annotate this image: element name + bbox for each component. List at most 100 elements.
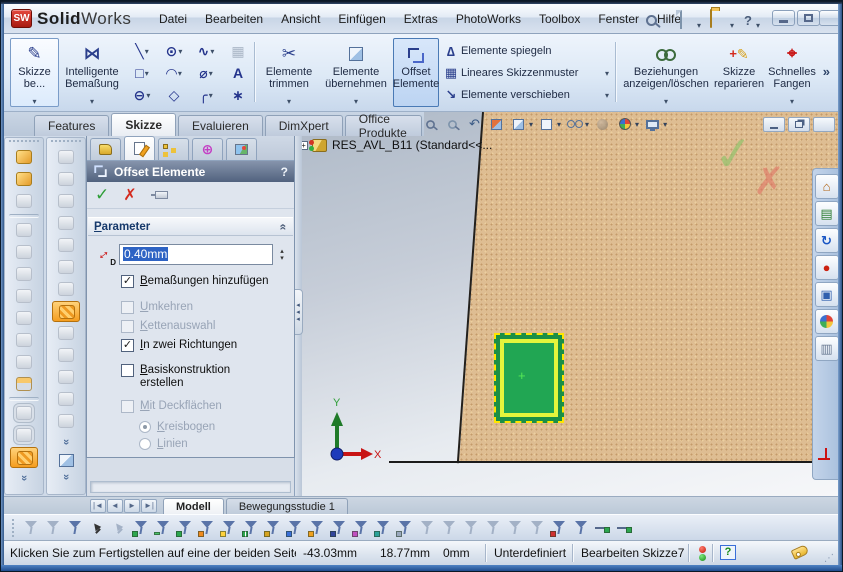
menu-item[interactable]: PhotoWorks	[447, 9, 530, 29]
filter-icon[interactable]	[528, 519, 546, 537]
task-pane-tab[interactable]	[815, 174, 839, 199]
dropdown-arrow-icon[interactable]: ▾	[209, 69, 213, 78]
tab-nav-button[interactable]: ►	[124, 499, 140, 513]
previous-view-icon[interactable]: ↶	[466, 116, 483, 132]
checkbox-unchecked[interactable]	[121, 301, 134, 314]
sketch-tool[interactable]: A	[222, 62, 254, 84]
confirmation-corner-cancel-icon[interactable]: ✗	[753, 159, 785, 204]
ribbon-tab[interactable]: Skizze	[111, 113, 176, 136]
dropdown-arrow-icon[interactable]: ▾	[145, 69, 149, 78]
hide-show-items-icon[interactable]	[566, 116, 583, 132]
display-delete-relations-button[interactable]: Beziehungen anzeigen/löschen ▾	[620, 38, 712, 107]
display-style-icon[interactable]	[538, 116, 555, 132]
quick-tips-button[interactable]: ?	[720, 545, 736, 560]
ribbon-tab[interactable]: Evaluieren	[178, 115, 263, 136]
panel-splitter[interactable]: ◂◂◂	[294, 136, 302, 496]
arcs-radio-row[interactable]: Kreisbogen	[139, 421, 294, 433]
model-tab[interactable]: Modell	[163, 498, 224, 514]
offset-distance-input[interactable]: 0.40mm	[119, 244, 273, 265]
dropdown-arrow-icon[interactable]: ▾	[790, 96, 794, 106]
trim-entities-button[interactable]: ✂ Elemente trimmen ▾	[259, 38, 319, 107]
maximize-button[interactable]	[797, 10, 820, 26]
tab-dimxpert-manager[interactable]: ⊕	[192, 138, 223, 160]
checkbox-checked[interactable]: ✓	[121, 275, 134, 288]
radio-selected[interactable]	[139, 421, 151, 433]
toolbar-drag-handle[interactable]	[12, 519, 15, 537]
menu-item[interactable]: Datei	[150, 9, 196, 29]
bi-directional-checkbox-row[interactable]: ✓ In zwei Richtungen	[121, 339, 294, 352]
left-toolbar-button[interactable]	[52, 257, 80, 278]
left-toolbar-button[interactable]	[10, 242, 38, 263]
filter-icon[interactable]	[352, 519, 370, 537]
dropdown-arrow-icon[interactable]: ▾	[178, 69, 182, 78]
left-toolbar-button[interactable]	[52, 191, 80, 212]
tab-nav-button[interactable]: |◄	[90, 499, 106, 513]
model-tab[interactable]: Bewegungsstudie 1	[226, 498, 348, 514]
view-orientation-arrow[interactable]: ▾	[529, 120, 533, 129]
scene-arrow[interactable]: ▾	[663, 120, 667, 129]
cancel-button[interactable]: ✗	[123, 185, 136, 205]
filter-icon[interactable]	[198, 519, 216, 537]
convert-entities-button[interactable]: Elemente übernehmen ▾	[322, 38, 390, 107]
filter-icon[interactable]	[594, 519, 612, 537]
repair-sketch-button[interactable]: +✎ Skizze reparieren	[714, 38, 764, 107]
filter-icon[interactable]	[616, 519, 634, 537]
filter-icon[interactable]	[330, 519, 348, 537]
toolbar-overflow-chevron[interactable]: »	[18, 459, 30, 497]
left-toolbar-button[interactable]	[10, 403, 38, 424]
sketch-tool[interactable]: ╭ ▾	[190, 84, 222, 106]
toolbar-overflow-button[interactable]: »	[823, 64, 830, 79]
menu-item[interactable]: Ansicht	[272, 9, 329, 29]
task-pane-tab[interactable]	[815, 309, 839, 334]
dropdown-arrow-icon[interactable]: ▾	[605, 91, 609, 100]
left-toolbar-button[interactable]	[10, 308, 38, 329]
left-toolbar-button[interactable]	[10, 147, 38, 168]
task-pane-tab[interactable]	[815, 282, 839, 307]
checkbox-unchecked[interactable]	[121, 400, 134, 413]
toolbar-drag-handle[interactable]	[51, 140, 81, 144]
left-toolbar-button[interactable]	[52, 323, 80, 344]
filter-icon[interactable]	[132, 519, 150, 537]
left-toolbar-button[interactable]	[10, 330, 38, 351]
dropdown-arrow-icon[interactable]: ▾	[210, 47, 214, 56]
filter-icon[interactable]	[374, 519, 392, 537]
toolbar-overflow-chevron[interactable]: »	[60, 423, 72, 461]
left-toolbar-button[interactable]	[10, 352, 38, 373]
left-toolbar-button[interactable]	[10, 220, 38, 241]
dropdown-arrow-icon[interactable]: ▾	[146, 91, 150, 100]
sketch-tool[interactable]: ⊙ ▾	[158, 40, 190, 62]
dropdown-arrow-icon[interactable]: ▾	[605, 69, 609, 78]
sketch-tool[interactable]: ⊖ ▾	[126, 84, 158, 106]
toolbar-drag-handle[interactable]	[9, 140, 39, 144]
hide-show-arrow[interactable]: ▾	[585, 120, 589, 129]
filter-icon[interactable]	[506, 519, 524, 537]
filter-icon[interactable]	[264, 519, 282, 537]
filter-icon[interactable]	[550, 519, 568, 537]
dropdown-arrow-icon[interactable]: ▾	[178, 47, 182, 56]
confirmation-corner-ok-icon[interactable]: ✓	[712, 124, 756, 183]
task-pane-tab[interactable]	[815, 255, 839, 280]
filter-icon[interactable]	[66, 519, 84, 537]
filter-icon[interactable]	[22, 519, 40, 537]
filter-icon[interactable]	[286, 519, 304, 537]
menu-item[interactable]: Einfügen	[329, 9, 394, 29]
sketch-button[interactable]: ✎ Skizze be... ▾	[10, 38, 59, 107]
make-construction-checkbox-row[interactable]: Basiskonstruktion erstellen	[121, 364, 294, 390]
search-icon[interactable]	[646, 13, 664, 29]
panel-help-button[interactable]: ?	[281, 165, 288, 179]
tab-display-manager[interactable]	[226, 138, 257, 160]
sketch-tool[interactable]: ∿ ▾	[190, 40, 222, 62]
ok-button[interactable]: ✓	[95, 185, 109, 205]
spin-down-icon[interactable]: ▾	[280, 255, 284, 262]
filter-icon[interactable]	[88, 519, 106, 537]
filter-icon[interactable]	[572, 519, 590, 537]
sketch-tool[interactable]: □ ▾	[126, 62, 158, 84]
task-pane-tab[interactable]	[815, 201, 839, 226]
dropdown-arrow-icon[interactable]: ▾	[354, 96, 358, 106]
left-toolbar-button[interactable]	[52, 147, 80, 168]
selected-sketch-rectangle[interactable]	[500, 339, 558, 417]
left-toolbar-button[interactable]	[9, 397, 39, 401]
filter-icon[interactable]	[44, 519, 62, 537]
filter-icon[interactable]	[396, 519, 414, 537]
left-toolbar-button[interactable]	[52, 389, 80, 410]
